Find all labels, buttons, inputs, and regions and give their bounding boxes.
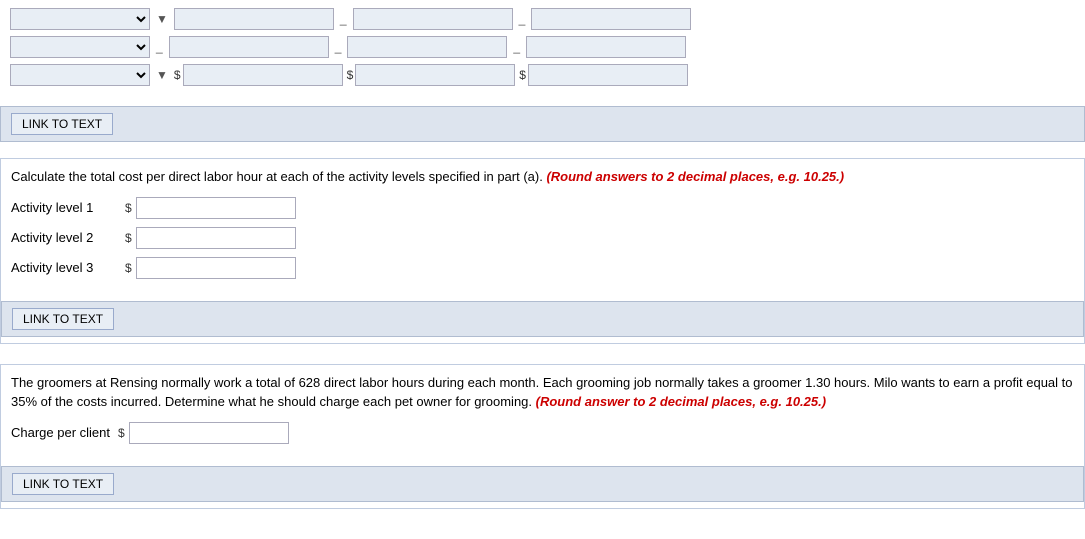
activity-input-1[interactable]	[136, 197, 296, 219]
separator-7: ▼	[154, 68, 170, 82]
section-c-text-red: (Round answer to 2 decimal places, e.g. …	[536, 394, 826, 409]
charge-row: Charge per client $	[11, 422, 1074, 444]
separator-3: _	[517, 12, 528, 26]
activity-label-2: Activity level 2	[11, 230, 121, 245]
section-b-text-start: Calculate the total cost per direct labo…	[11, 169, 546, 184]
top-section: ▼ _ _ _ _ _ ▼ $ $ $	[0, 0, 1085, 100]
separator-4: _	[154, 40, 165, 54]
link-bar-2: LINK TO TEXT	[1, 301, 1084, 337]
dropdown-3[interactable]	[10, 64, 150, 86]
activity-dollar-2: $	[125, 231, 132, 245]
row-2: _ _ _	[10, 36, 1075, 58]
section-b-text-red: (Round answers to 2 decimal places, e.g.…	[546, 169, 844, 184]
separator-6: _	[511, 40, 522, 54]
row-1: ▼ _ _	[10, 8, 1075, 30]
activity-row-3: Activity level 3 $	[11, 257, 1074, 279]
section-c-description: The groomers at Rensing normally work a …	[11, 373, 1074, 412]
charge-input[interactable]	[129, 422, 289, 444]
section-b-description: Calculate the total cost per direct labo…	[11, 167, 1074, 187]
link-bar-3: LINK TO TEXT	[1, 466, 1084, 502]
activity-row-1: Activity level 1 $	[11, 197, 1074, 219]
dollar-group-1: $	[174, 64, 343, 86]
charge-dollar: $	[118, 426, 125, 440]
dropdown-2[interactable]	[10, 36, 150, 58]
separator-5: _	[333, 40, 344, 54]
section-b-content: Calculate the total cost per direct labo…	[1, 159, 1084, 295]
field-2-1[interactable]	[169, 36, 329, 58]
dollar-field-2[interactable]	[355, 64, 515, 86]
dollar-field-3[interactable]	[528, 64, 688, 86]
separator-1: ▼	[154, 12, 170, 26]
activity-row-2: Activity level 2 $	[11, 227, 1074, 249]
dropdown-1[interactable]	[10, 8, 150, 30]
activity-input-3[interactable]	[136, 257, 296, 279]
section-b: Calculate the total cost per direct labo…	[0, 158, 1085, 344]
dollar-field-1[interactable]	[183, 64, 343, 86]
dollar-sign-1: $	[174, 68, 181, 82]
separator-2: _	[338, 12, 349, 26]
activity-label-3: Activity level 3	[11, 260, 121, 275]
field-1-3[interactable]	[531, 8, 691, 30]
activity-input-2[interactable]	[136, 227, 296, 249]
row-3: ▼ $ $ $	[10, 64, 1075, 86]
section-c: The groomers at Rensing normally work a …	[0, 364, 1085, 509]
dollar-sign-2: $	[347, 68, 354, 82]
field-1-1[interactable]	[174, 8, 334, 30]
activity-dollar-1: $	[125, 201, 132, 215]
link-bar-1: LINK TO TEXT	[0, 106, 1085, 142]
link-to-text-button-1[interactable]: LINK TO TEXT	[11, 113, 113, 135]
field-1-2[interactable]	[353, 8, 513, 30]
dollar-group-3: $	[519, 64, 688, 86]
charge-label: Charge per client	[11, 425, 110, 440]
field-2-2[interactable]	[347, 36, 507, 58]
link-to-text-button-2[interactable]: LINK TO TEXT	[12, 308, 114, 330]
activity-label-1: Activity level 1	[11, 200, 121, 215]
section-c-content: The groomers at Rensing normally work a …	[1, 365, 1084, 460]
dollar-group-2: $	[347, 64, 516, 86]
activity-dollar-3: $	[125, 261, 132, 275]
dollar-sign-3: $	[519, 68, 526, 82]
field-2-3[interactable]	[526, 36, 686, 58]
link-to-text-button-3[interactable]: LINK TO TEXT	[12, 473, 114, 495]
